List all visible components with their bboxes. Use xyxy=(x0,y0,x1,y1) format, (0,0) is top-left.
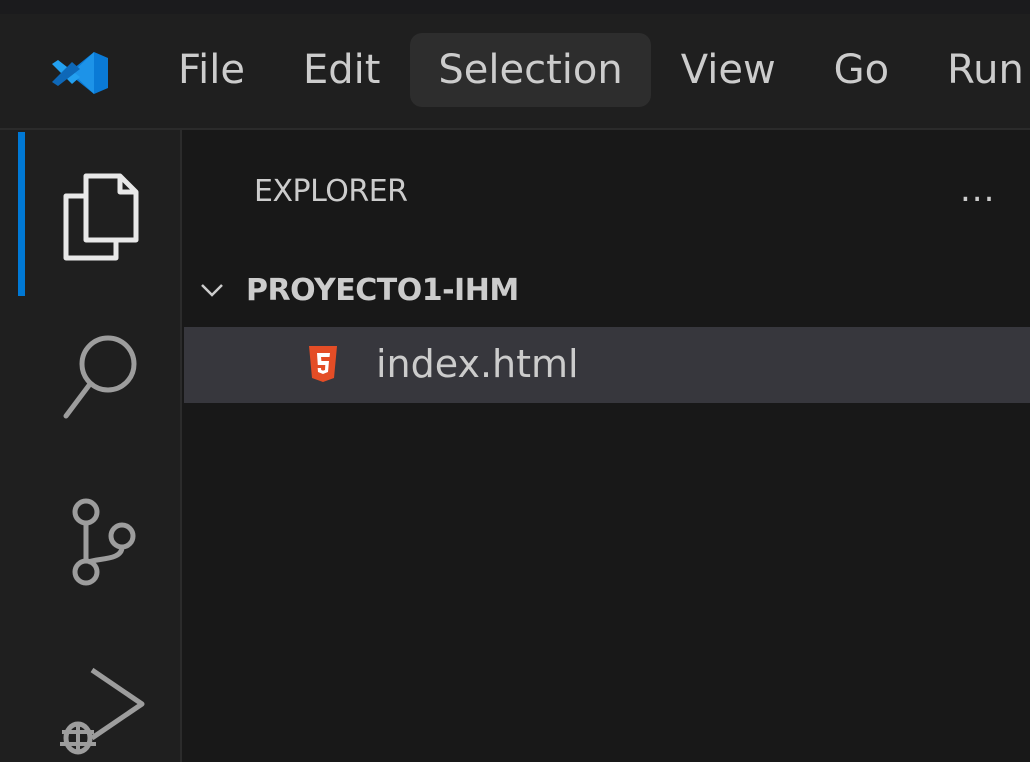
menu-file[interactable]: File xyxy=(150,33,273,107)
menu-selection[interactable]: Selection xyxy=(410,33,651,107)
menu-view[interactable]: View xyxy=(653,33,804,107)
source-control-icon[interactable] xyxy=(50,488,150,588)
file-item-index-html[interactable]: index.html xyxy=(184,327,1030,403)
more-actions-button[interactable]: ... xyxy=(960,170,995,210)
menu-run[interactable]: Run xyxy=(919,33,1030,107)
html5-file-icon xyxy=(309,346,337,382)
menu-edit[interactable]: Edit xyxy=(275,33,408,107)
menu-bar: File Edit Selection View Go Run xyxy=(150,32,1030,108)
chevron-down-icon xyxy=(201,284,223,297)
vscode-logo-icon xyxy=(52,52,108,94)
active-view-indicator xyxy=(18,132,25,296)
folder-header[interactable]: PROYECTO1-IHM xyxy=(198,268,519,312)
title-bar: File Edit Selection View Go Run xyxy=(0,0,1030,130)
search-icon[interactable] xyxy=(50,326,150,426)
vscode-window: File Edit Selection View Go Run EXPLORER… xyxy=(0,0,1030,762)
explorer-sidebar: EXPLORER ... PROYECTO1-IHM index.html xyxy=(184,130,1030,762)
files-icon[interactable] xyxy=(50,166,150,266)
title-bar-strip xyxy=(0,0,1030,14)
run-debug-icon[interactable] xyxy=(50,660,150,760)
sidebar-title: EXPLORER xyxy=(254,174,408,209)
file-name: index.html xyxy=(376,342,579,386)
menu-go[interactable]: Go xyxy=(806,33,917,107)
activity-bar xyxy=(0,130,182,762)
folder-name: PROYECTO1-IHM xyxy=(246,272,519,308)
